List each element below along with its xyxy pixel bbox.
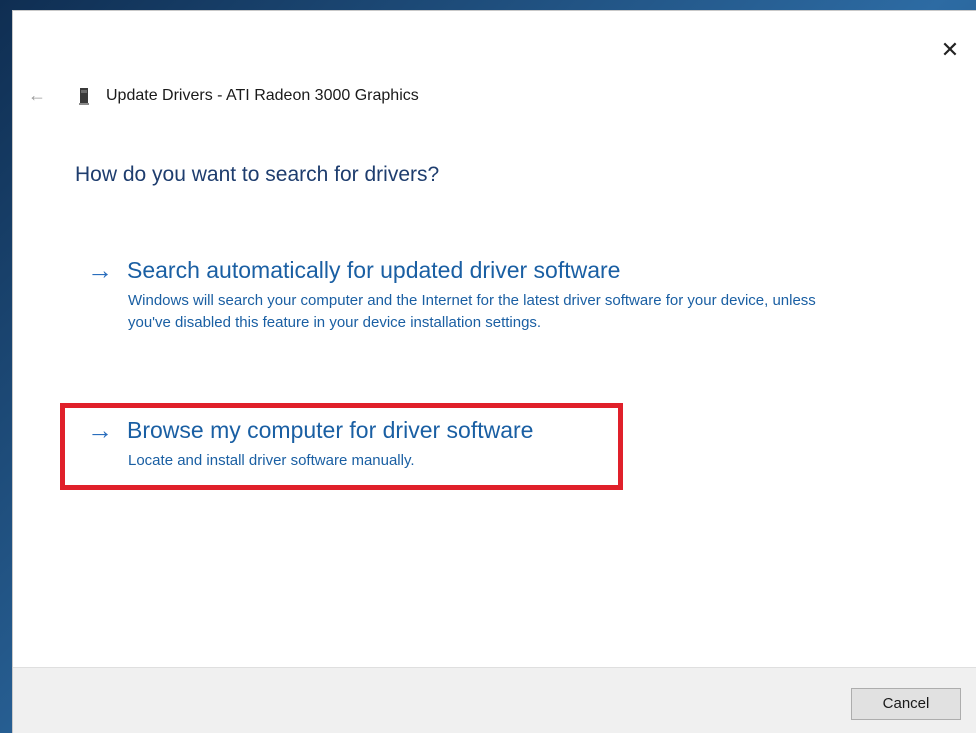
- cancel-button[interactable]: Cancel: [851, 688, 961, 720]
- back-button[interactable]: ←: [27, 85, 47, 105]
- arrow-right-icon: →: [87, 255, 113, 285]
- search-automatically-description: Windows will search your computer and th…: [128, 292, 816, 331]
- search-automatically-option[interactable]: → Search automatically for updated drive…: [87, 256, 847, 366]
- browse-computer-title[interactable]: Browse my computer for driver software: [127, 416, 533, 444]
- graphics-card-icon: [79, 88, 89, 105]
- page-heading: How do you want to search for drivers?: [75, 163, 440, 186]
- update-drivers-dialog: ✕ ← Update Drivers - ATI Radeon 3000 Gra…: [13, 11, 976, 733]
- search-automatically-title[interactable]: Search automatically for updated driver …: [127, 256, 620, 284]
- browse-computer-description: Locate and install driver software manua…: [128, 452, 415, 469]
- back-arrow-icon: ←: [28, 85, 46, 105]
- arrow-right-icon: →: [87, 415, 113, 445]
- window-title: Update Drivers - ATI Radeon 3000 Graphic…: [106, 87, 419, 104]
- close-icon: ✕: [940, 37, 960, 62]
- browse-computer-option[interactable]: → Browse my computer for driver software…: [87, 416, 847, 476]
- desktop-background: ✕ ← Update Drivers - ATI Radeon 3000 Gra…: [0, 0, 976, 733]
- dialog-footer: Cancel: [13, 667, 976, 733]
- close-button[interactable]: ✕: [938, 39, 962, 63]
